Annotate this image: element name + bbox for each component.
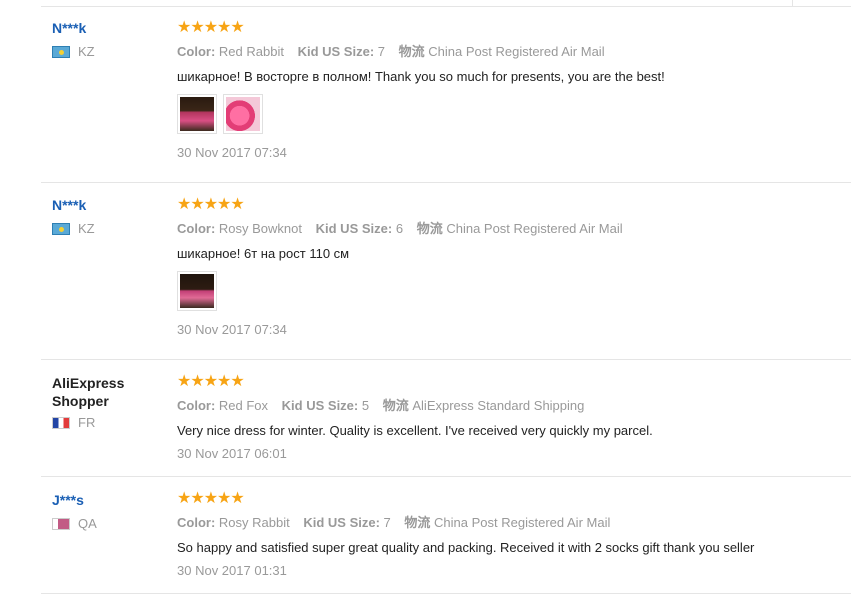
- reviewer-country: KZ: [52, 44, 162, 59]
- star-rating: ★★★★★: [177, 373, 245, 390]
- review-date: 30 Nov 2017 01:31: [177, 563, 287, 578]
- reviewer-info: N***k KZ: [52, 196, 162, 236]
- review-attributes: Color: Rosy Bowknot Kid US Size: 6 物流 Ch…: [177, 220, 851, 237]
- fr-flag-icon: [52, 416, 70, 429]
- review-item: AliExpress Shopper FR ★★★★★ Color: Red F…: [41, 360, 851, 477]
- review-date: 30 Nov 2017 07:34: [177, 322, 287, 337]
- reviewer-info: AliExpress Shopper FR: [52, 374, 162, 430]
- shipping-value: China Post Registered Air Mail: [428, 44, 605, 59]
- color-label: Color:: [177, 515, 216, 530]
- review-photos: [177, 94, 851, 134]
- reviewer-info: N***k KZ: [52, 19, 162, 59]
- color-value: Rosy Rabbit: [218, 515, 290, 530]
- reviewer-name[interactable]: J***s: [52, 491, 162, 509]
- kz-flag-icon: [52, 45, 70, 58]
- country-code: QA: [78, 516, 97, 531]
- reviewer-name[interactable]: N***k: [52, 196, 162, 214]
- review-item: J***s QA ★★★★★ Color: Rosy Rabbit Kid US…: [41, 477, 851, 594]
- color-value: Rosy Bowknot: [218, 221, 302, 236]
- country-code: KZ: [78, 221, 95, 236]
- review-photos: [177, 271, 851, 311]
- color-label: Color:: [177, 221, 216, 236]
- shipping-value: China Post Registered Air Mail: [434, 515, 611, 530]
- review-content: ★★★★★ Color: Rosy Rabbit Kid US Size: 7 …: [177, 490, 851, 579]
- reviewer-country: FR: [52, 415, 162, 430]
- review-attributes: Color: Red Rabbit Kid US Size: 7 物流 Chin…: [177, 43, 851, 60]
- reviewer-name[interactable]: N***k: [52, 19, 162, 37]
- review-date: 30 Nov 2017 07:34: [177, 145, 287, 160]
- review-text: So happy and satisfied super great quali…: [177, 540, 755, 555]
- shipping-label: 物流: [398, 44, 425, 59]
- shipping-label: 物流: [382, 398, 409, 413]
- review-photo-thumbnail[interactable]: [223, 94, 263, 134]
- review-text: Very nice dress for winter. Quality is e…: [177, 423, 653, 438]
- size-label: Kid US Size:: [281, 398, 359, 413]
- reviewer-info: J***s QA: [52, 491, 162, 531]
- review-attributes: Color: Red Fox Kid US Size: 5 物流 AliExpr…: [177, 397, 851, 414]
- color-value: Red Fox: [218, 398, 269, 413]
- review-item: N***k KZ ★★★★★ Color: Rosy Bowknot Kid U…: [41, 183, 851, 360]
- review-photo-thumbnail[interactable]: [177, 271, 217, 311]
- size-value: 7: [377, 44, 386, 59]
- size-label: Kid US Size:: [297, 44, 375, 59]
- review-date: 30 Nov 2017 06:01: [177, 446, 287, 461]
- size-label: Kid US Size:: [303, 515, 380, 530]
- kz-flag-icon: [52, 222, 70, 235]
- review-text: шикарное! В восторге в полном! Thank you…: [177, 69, 665, 84]
- qa-flag-icon: [52, 517, 70, 530]
- review-text: шикарное! 6т на рост 110 см: [177, 246, 350, 261]
- review-content: ★★★★★ Color: Red Rabbit Kid US Size: 7 物…: [177, 19, 851, 161]
- color-value: Red Rabbit: [218, 44, 284, 59]
- shipping-value: China Post Registered Air Mail: [446, 221, 623, 236]
- review-content: ★★★★★ Color: Red Fox Kid US Size: 5 物流 A…: [177, 373, 851, 462]
- color-label: Color:: [177, 44, 216, 59]
- shipping-label: 物流: [416, 221, 443, 236]
- reviewer-name[interactable]: AliExpress Shopper: [52, 374, 162, 410]
- size-value: 6: [395, 221, 404, 236]
- review-content: ★★★★★ Color: Rosy Bowknot Kid US Size: 6…: [177, 196, 851, 338]
- country-code: FR: [78, 415, 96, 430]
- review-photo-thumbnail[interactable]: [177, 94, 217, 134]
- star-rating: ★★★★★: [177, 196, 245, 213]
- shipping-label: 物流: [404, 515, 431, 530]
- review-item: N***k KZ ★★★★★ Color: Red Rabbit Kid US …: [41, 6, 851, 183]
- size-value: 7: [383, 515, 391, 530]
- reviewer-country: QA: [52, 516, 162, 531]
- star-rating: ★★★★★: [177, 19, 245, 36]
- size-label: Kid US Size:: [315, 221, 393, 236]
- review-attributes: Color: Rosy Rabbit Kid US Size: 7 物流 Chi…: [177, 514, 851, 531]
- size-value: 5: [361, 398, 370, 413]
- color-label: Color:: [177, 398, 216, 413]
- shipping-value: AliExpress Standard Shipping: [412, 398, 585, 413]
- country-code: KZ: [78, 44, 95, 59]
- star-rating: ★★★★★: [177, 490, 245, 507]
- reviewer-country: KZ: [52, 221, 162, 236]
